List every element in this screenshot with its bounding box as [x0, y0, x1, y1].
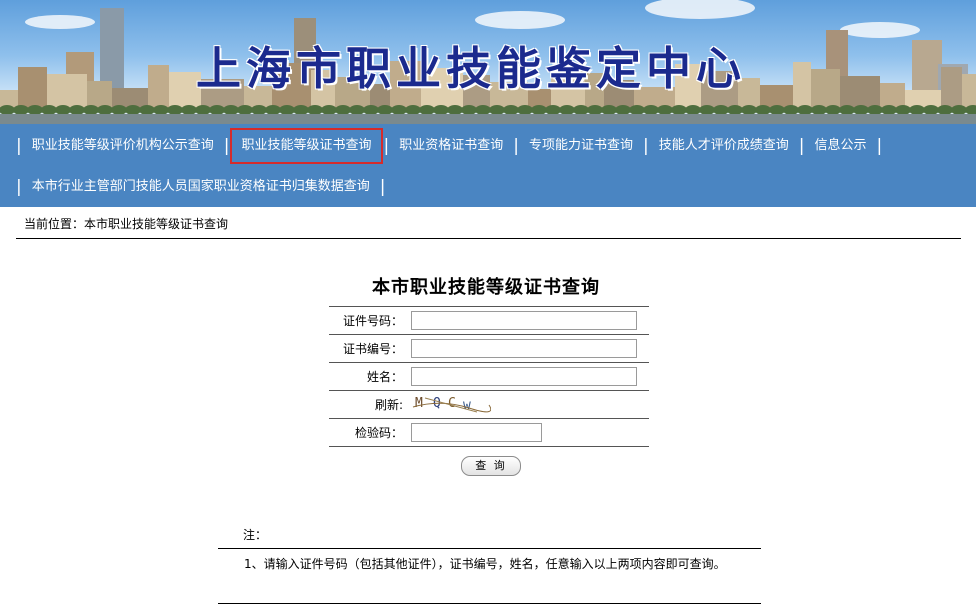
nav-separator: | [379, 177, 386, 197]
id-number-input[interactable] [411, 311, 637, 330]
breadcrumb: 当前位置：本市职业技能等级证书查询 [24, 217, 229, 231]
nav-item-qualification-cert-query[interactable]: 职业资格证书查询 [395, 133, 507, 159]
nav-separator: | [16, 177, 22, 197]
id-number-label: 证件号码： [329, 306, 411, 335]
refresh-captcha-link[interactable]: 刷新: [375, 398, 403, 412]
name-input[interactable] [411, 367, 637, 386]
name-label: 姓名： [329, 362, 411, 391]
captcha-noise [412, 397, 491, 412]
form-row-code: 检验码： [329, 418, 649, 447]
nav-separator: | [643, 136, 649, 156]
breadcrumb-divider [16, 238, 961, 239]
note-divider-top [218, 548, 761, 549]
verify-code-input[interactable] [411, 423, 542, 442]
form-row-captcha: 刷新: M Q C w [329, 390, 649, 419]
nav-item-special-ability-query[interactable]: 专项能力证书查询 [525, 133, 637, 159]
nav-item-industry-data-query[interactable]: 本市行业主管部门技能人员国家职业资格证书归集数据查询 [28, 174, 374, 200]
search-button[interactable]: 查 询 [461, 456, 521, 476]
form-title-wrap: 本市职业技能等级证书查询 [0, 273, 976, 299]
nav-item-talent-score-query[interactable]: 技能人才评价成绩查询 [655, 133, 793, 159]
note-divider-bottom [218, 603, 761, 604]
nav-separator: | [513, 136, 519, 156]
form-row-name: 姓名： [329, 362, 649, 391]
site-title: 上海市职业技能鉴定中心 [196, 42, 747, 95]
page-title: 本市职业技能等级证书查询 [372, 277, 600, 298]
nav-item-skill-cert-query[interactable]: 职业技能等级证书查询 [230, 128, 383, 164]
note-label: 注： [243, 528, 268, 542]
main-nav: | 职业技能等级评价机构公示查询 | 职业技能等级证书查询 | 职业资格证书查询… [0, 124, 976, 207]
cert-number-input[interactable] [411, 339, 637, 358]
cert-number-label: 证书编号： [329, 334, 411, 363]
verify-code-label: 检验码： [329, 418, 411, 447]
nav-row-2: | 本市行业主管部门技能人员国家职业资格证书归集数据查询 | [10, 174, 391, 200]
captcha-image[interactable]: M Q C w [411, 395, 491, 415]
note-text: 1、请输入证件号码（包括其他证件），证书编号，姓名，任意输入以上两项内容即可查询… [244, 557, 726, 571]
nav-separator: | [798, 136, 805, 156]
nav-separator: | [383, 136, 390, 156]
nav-item-info-disclosure[interactable]: 信息公示 [810, 133, 870, 159]
nav-separator: | [16, 136, 22, 156]
form-row-id: 证件号码： [329, 306, 649, 335]
form-row-cert: 证书编号： [329, 334, 649, 363]
nav-row-1: | 职业技能等级评价机构公示查询 | 职业技能等级证书查询 | 职业资格证书查询… [10, 128, 888, 164]
nav-separator: | [876, 136, 883, 156]
nav-separator: | [223, 136, 230, 156]
query-form: 证件号码： 证书编号： 姓名： 刷新: M Q C w 检验码： [329, 306, 649, 447]
nav-item-agency-query[interactable]: 职业技能等级评价机构公示查询 [28, 133, 218, 159]
header-banner: 上海市职业技能鉴定中心 [0, 0, 976, 124]
